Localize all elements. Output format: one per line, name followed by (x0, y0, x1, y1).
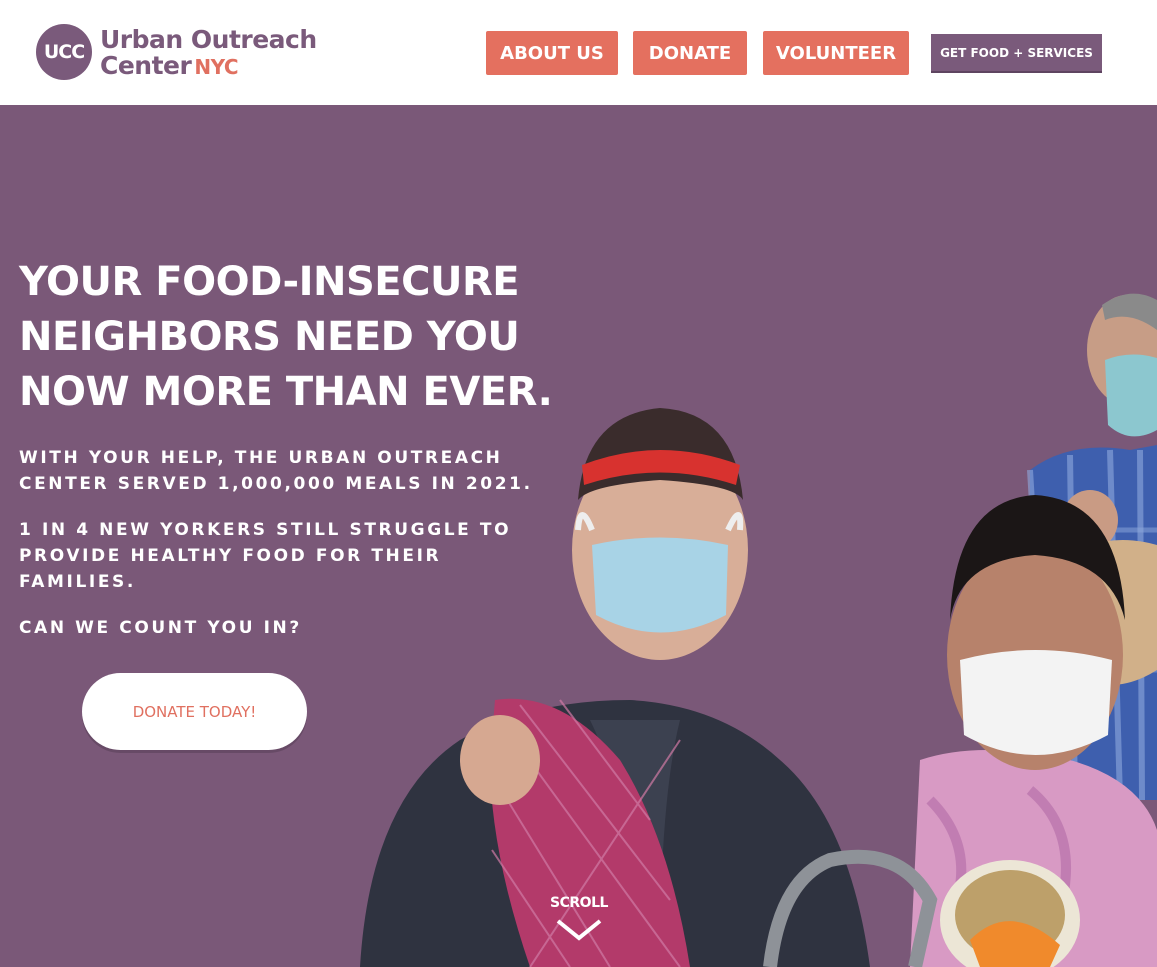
nav-donate-button[interactable]: DONATE (633, 31, 747, 75)
hero-meals-served-text: WITH YOUR HELP, THE URBAN OUTREACH CENTE… (19, 448, 533, 494)
chevron-down-icon (556, 919, 602, 941)
donate-today-button[interactable]: DONATE TODAY! (82, 673, 307, 750)
hero-count-you-in-text: CAN WE COUNT YOU IN? (19, 618, 302, 638)
site-header: UCC Urban Outreach Center NYC ABOUT US DO… (0, 0, 1157, 105)
nav-about-us-button[interactable]: ABOUT US (486, 31, 618, 75)
site-logo[interactable]: UCC Urban Outreach Center NYC (36, 24, 317, 80)
hero-headline: YOUR FOOD-INSECURE NEIGHBORS NEED YOU NO… (19, 255, 559, 420)
logo-wordmark: Urban Outreach Center NYC (100, 27, 317, 78)
logo-nyc-text: NYC (194, 54, 239, 79)
hero-struggle-stat-text: 1 IN 4 NEW YORKERS STILL STRUGGLE TO PRO… (19, 520, 512, 592)
logo-line-1: Urban Outreach (100, 24, 317, 54)
scroll-label: SCROLL (550, 895, 608, 911)
nav-get-food-services-button[interactable]: GET FOOD + SERVICES (931, 34, 1102, 73)
logo-mark: UCC (36, 24, 92, 80)
headline-line-3: NOW MORE THAN EVER. (19, 369, 553, 415)
nav-volunteer-button[interactable]: VOLUNTEER (763, 31, 909, 75)
headline-line-2: NEIGHBORS NEED YOU (19, 314, 520, 360)
hero-section: YOUR FOOD-INSECURE NEIGHBORS NEED YOU NO… (0, 105, 1157, 967)
logo-line-2: Center NYC (100, 53, 317, 78)
headline-line-1: YOUR FOOD-INSECURE (19, 259, 520, 305)
scroll-indicator[interactable]: SCROLL (545, 895, 613, 943)
logo-center-text: Center (100, 50, 192, 80)
